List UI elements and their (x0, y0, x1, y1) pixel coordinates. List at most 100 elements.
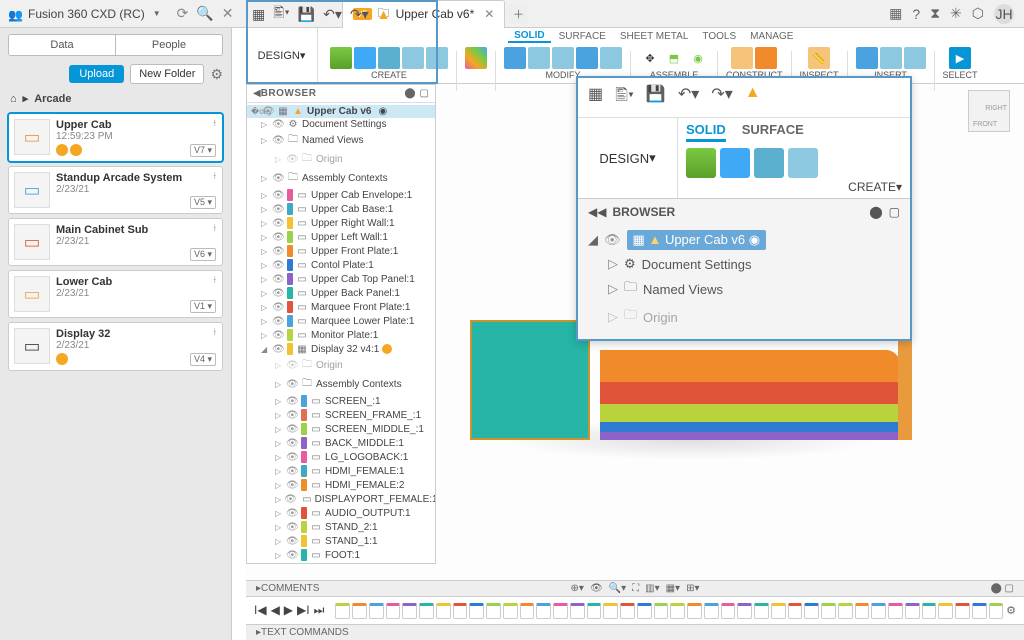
close-tab-icon[interactable]: ✕ (484, 7, 494, 21)
timeline-feature[interactable] (402, 603, 417, 619)
visibility-icon[interactable]: 👁 (286, 396, 298, 407)
pin-icon[interactable]: ⟊ (213, 223, 216, 234)
undo-icon[interactable]: ↶▾ (323, 6, 342, 23)
expand-icon[interactable]: ▷ (275, 439, 283, 448)
home-icon[interactable]: ⌂ (10, 93, 17, 105)
tree-row[interactable]: ▷ 👁 🗀 Origin (247, 150, 435, 169)
callout-tab-surface[interactable]: SURFACE (742, 122, 804, 142)
callout-warning-icon[interactable]: ▲ (745, 84, 761, 111)
visibility-icon[interactable]: 👁 (272, 246, 284, 257)
timeline-feature[interactable] (436, 603, 451, 619)
version-selector[interactable]: V1 ▾ (190, 300, 216, 313)
timeline-feature[interactable] (871, 603, 886, 619)
visibility-icon[interactable]: 👁 (286, 424, 298, 435)
tree-row[interactable]: ▷ 👁 ▭ STAND_1:1 (247, 534, 435, 548)
tree-row[interactable]: ▷ 👁 ▭ STAND_2:1 (247, 520, 435, 534)
visibility-icon[interactable]: 👁 (272, 274, 284, 285)
expand-icon[interactable]: ▷ (261, 205, 269, 214)
move-icon[interactable]: ✥ (639, 47, 661, 69)
tree-row[interactable]: ▷ 👁 ▭ DISPLAYPORT_FEMALE:1 (247, 492, 435, 506)
visibility-icon[interactable]: 👁 (272, 344, 284, 355)
tab-tools[interactable]: TOOLS (696, 31, 742, 42)
updates-icon[interactable]: ⬡ (972, 5, 984, 22)
revolve-icon[interactable] (402, 47, 424, 69)
visibility-icon[interactable]: 👁 (284, 494, 296, 505)
callout-radio-icon[interactable]: ◉ (749, 232, 760, 247)
tl-settings-icon[interactable]: ⚙ (1006, 604, 1016, 617)
plane-icon[interactable] (731, 47, 753, 69)
job-status-icon[interactable]: ✳ (950, 5, 962, 22)
timeline-feature[interactable] (469, 603, 484, 619)
radio-icon[interactable]: ◉ (378, 106, 387, 117)
timeline-feature[interactable] (587, 603, 602, 619)
callout-create-label[interactable]: CREATE▾ (686, 180, 902, 194)
timeline-feature[interactable] (553, 603, 568, 619)
callout-tree-row[interactable]: ▷🗀Named Views (584, 275, 904, 303)
timeline-feature[interactable] (520, 603, 535, 619)
visibility-icon[interactable]: 👁 (286, 452, 298, 463)
expand-icon[interactable]: ▷ (261, 317, 269, 326)
timeline-feature[interactable] (855, 603, 870, 619)
split-icon[interactable] (600, 47, 622, 69)
visibility-icon[interactable]: 👁 (272, 218, 284, 229)
expand-icon[interactable]: ◢ (261, 345, 269, 354)
tree-row[interactable]: ▷ 👁 🗀 Assembly Contexts (247, 375, 435, 394)
timeline-feature[interactable] (838, 603, 853, 619)
tree-row[interactable]: ▷ 👁 ▭ SCREEN_:1 (247, 394, 435, 408)
tree-row[interactable]: ▷ 👁 ▭ Upper Front Plate:1 (247, 244, 435, 258)
visibility-icon[interactable]: 👁 (286, 536, 298, 547)
visibility-icon[interactable]: 👁 (286, 154, 298, 165)
timeline-feature[interactable] (821, 603, 836, 619)
text-commands-bar[interactable]: ▸ TEXT COMMANDS (246, 624, 1024, 640)
callout-tree-root[interactable]: ◢ 👁 ▦ ▲ Upper Cab v6 ◉ (584, 227, 904, 253)
tree-row[interactable]: ▷ 👁 ▭ Upper Cab Base:1 (247, 202, 435, 216)
app-grid-icon[interactable]: ▦ (252, 6, 265, 23)
callout-save-icon[interactable]: 💾 (646, 84, 666, 111)
version-selector[interactable]: V7 ▾ (190, 144, 216, 157)
timeline-feature[interactable] (386, 603, 401, 619)
timeline-feature[interactable] (955, 603, 970, 619)
search-icon[interactable]: 🔍 (196, 5, 213, 22)
visibility-icon[interactable]: 👁 (272, 190, 284, 201)
tree-row[interactable]: ▷ 👁 ⚙ Document Settings (247, 118, 435, 131)
timeline-feature[interactable] (369, 603, 384, 619)
visibility-icon[interactable]: 👁 (272, 316, 284, 327)
timeline-feature[interactable] (905, 603, 920, 619)
tab-sheetmetal[interactable]: SHEET METAL (614, 31, 695, 42)
redo-icon[interactable]: ↷▾ (350, 6, 369, 23)
expand-icon[interactable]: ▷ (275, 523, 283, 532)
pin-icon[interactable]: ⟊ (213, 171, 216, 182)
browser-collapse-icon[interactable]: ◀ (253, 88, 261, 99)
expand-icon[interactable]: ▷ (261, 136, 269, 145)
sketch-icon[interactable] (330, 47, 352, 69)
timeline-feature[interactable] (603, 603, 618, 619)
tab-surface[interactable]: SURFACE (553, 31, 612, 42)
visibility-icon[interactable]: 👁 (272, 204, 284, 215)
refresh-icon[interactable]: ⟳ (177, 5, 189, 22)
tab-manage[interactable]: MANAGE (744, 31, 799, 42)
expand-icon[interactable]: ▷ (261, 303, 269, 312)
callout-browser-dot-icon[interactable]: ⬤ (869, 205, 882, 219)
tree-row[interactable]: ▷ 👁 ▭ Upper Cab Top Panel:1 (247, 272, 435, 286)
file-menu-icon[interactable]: 🖺▾ (273, 2, 289, 26)
data-tab-people[interactable]: People (115, 35, 222, 55)
timeline-feature[interactable] (754, 603, 769, 619)
expand-icon[interactable]: ▷ (261, 275, 269, 284)
expand-icon[interactable]: ▷ (275, 361, 283, 370)
generative-icon[interactable] (465, 47, 487, 69)
expand-icon[interactable]: ▷ (261, 233, 269, 242)
panel-settings-icon[interactable]: ⚙ (210, 66, 223, 83)
visibility-icon[interactable]: 👁 (272, 260, 284, 271)
tl-start-icon[interactable]: I◀ (254, 603, 267, 618)
close-panel-icon[interactable]: ✕ (222, 5, 234, 22)
component-card[interactable]: ▭ Standup Arcade System 2/23/21 ⟊ V5 ▾ (8, 166, 223, 214)
visibility-icon[interactable]: 👁 (286, 522, 298, 533)
version-selector[interactable]: V5 ▾ (190, 196, 216, 209)
tab-solid[interactable]: SOLID (508, 30, 551, 43)
version-selector[interactable]: V4 ▾ (190, 353, 216, 366)
tree-row[interactable]: ▷ 👁 ▭ BACK_MIDDLE:1 (247, 436, 435, 450)
callout-sketch-icon[interactable] (686, 148, 716, 178)
callout-redo-icon[interactable]: ↷▾ (711, 84, 732, 111)
presspull-icon[interactable] (504, 47, 526, 69)
expand-icon[interactable]: ▷ (261, 174, 269, 183)
